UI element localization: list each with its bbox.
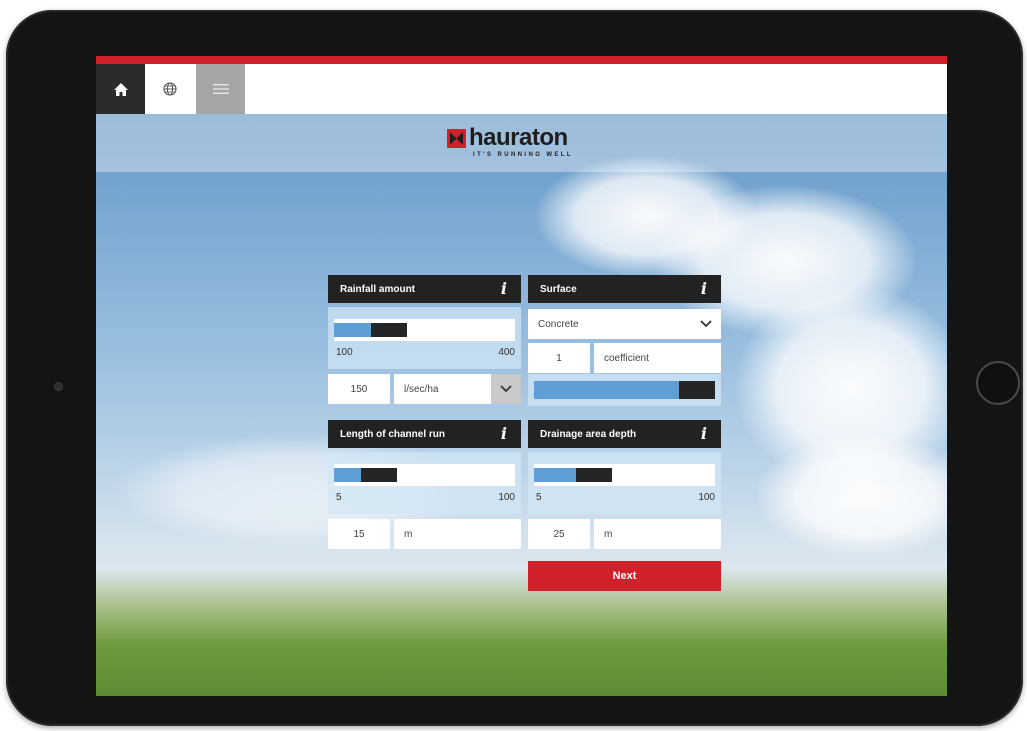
rainfall-unit-label: l/sec/ha <box>404 383 439 395</box>
drainage-title: Drainage area depth <box>540 428 637 440</box>
surface-select[interactable]: Concrete <box>528 309 721 339</box>
drainage-slider-fill <box>534 468 576 482</box>
coefficient-value-field[interactable]: 1 <box>528 343 590 373</box>
rainfall-min: 100 <box>336 347 353 358</box>
rainfall-title: Rainfall amount <box>340 283 416 295</box>
channel-value-field[interactable]: 15 <box>328 519 390 549</box>
app-screen: hauraton IT'S RUNNING WELL Rainfall amou… <box>96 56 947 696</box>
front-camera <box>54 382 63 391</box>
device-home-button[interactable] <box>976 361 1020 405</box>
channel-slider-area: 5 100 <box>328 452 521 514</box>
drainage-value-field[interactable]: 25 <box>528 519 590 549</box>
drainage-max: 100 <box>698 492 715 503</box>
info-icon[interactable]: i <box>701 279 707 298</box>
rainfall-slider[interactable] <box>334 319 515 341</box>
surface-title: Surface <box>540 283 577 295</box>
home-icon <box>113 82 128 96</box>
language-button[interactable] <box>145 64 194 114</box>
rainfall-header: Rainfall amount i <box>328 275 521 303</box>
channel-max: 100 <box>498 492 515 503</box>
rainfall-unit-select[interactable]: l/sec/ha <box>394 374 521 404</box>
info-icon[interactable]: i <box>501 424 507 443</box>
brand-name: hauraton <box>469 124 568 151</box>
drainage-header: Drainage area depth i <box>528 420 721 448</box>
logo-mark-icon <box>447 128 466 148</box>
rainfall-slider-fill <box>334 323 371 337</box>
drainage-unit-label: m <box>594 519 721 549</box>
top-nav-bar <box>96 64 947 114</box>
rainfall-slider-handle[interactable] <box>371 323 407 337</box>
rainfall-max: 400 <box>498 347 515 358</box>
coefficient-slider-handle[interactable] <box>679 381 715 399</box>
channel-header: Length of channel run i <box>328 420 521 448</box>
drainage-slider-handle[interactable] <box>576 468 612 482</box>
surface-header: Surface i <box>528 275 721 303</box>
home-button[interactable] <box>96 64 145 114</box>
coefficient-slider-fill <box>534 381 679 399</box>
channel-min: 5 <box>336 492 342 503</box>
menu-button[interactable] <box>196 64 245 114</box>
coefficient-label: coefficient <box>594 343 721 373</box>
drainage-slider[interactable] <box>534 464 715 486</box>
drainage-slider-area: 5 100 <box>528 452 721 514</box>
channel-slider-fill <box>334 468 361 482</box>
globe-icon <box>162 82 177 96</box>
drainage-min: 5 <box>536 492 542 503</box>
chevron-down-icon[interactable] <box>491 374 521 404</box>
hamburger-menu-icon <box>212 84 229 94</box>
channel-slider[interactable] <box>334 464 515 486</box>
channel-title: Length of channel run <box>340 428 445 440</box>
brand-tagline: IT'S RUNNING WELL <box>473 152 573 158</box>
surface-selected-label: Concrete <box>538 318 579 330</box>
info-icon[interactable]: i <box>501 279 507 298</box>
channel-slider-handle[interactable] <box>361 468 397 482</box>
coefficient-slider[interactable] <box>534 381 715 399</box>
next-button[interactable]: Next <box>528 561 721 591</box>
top-accent-bar <box>96 56 947 64</box>
info-icon[interactable]: i <box>701 424 707 443</box>
chevron-down-icon[interactable] <box>691 309 721 339</box>
channel-unit-label: m <box>394 519 521 549</box>
coefficient-bar-area <box>528 374 721 406</box>
rainfall-slider-area: 100 400 <box>328 307 521 369</box>
rainfall-value-field[interactable]: 150 <box>328 374 390 404</box>
logo-band: hauraton IT'S RUNNING WELL <box>96 114 947 172</box>
brand-logo: hauraton <box>447 126 568 150</box>
